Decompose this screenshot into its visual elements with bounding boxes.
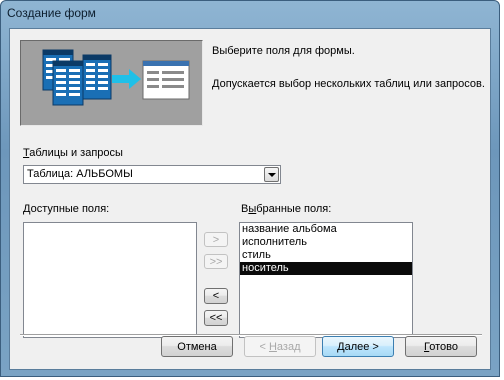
title-bar[interactable]: Создание форм bbox=[1, 1, 499, 27]
remove-all-fields-button[interactable]: << bbox=[204, 310, 228, 326]
dropdown-arrow-icon[interactable] bbox=[264, 167, 279, 182]
window-title: Создание форм bbox=[7, 6, 96, 20]
cancel-button[interactable]: Отмена bbox=[161, 336, 233, 357]
available-fields-list[interactable] bbox=[23, 222, 197, 338]
tables-queries-label: Таблицы и запросы bbox=[23, 147, 123, 159]
wizard-illustration bbox=[20, 40, 203, 126]
available-fields-label: Доступные поля: bbox=[23, 203, 110, 215]
intro-line-2: Допускается выбор нескольких таблиц или … bbox=[212, 78, 485, 90]
list-item[interactable]: исполнитель bbox=[240, 236, 412, 249]
back-button[interactable]: < Назад bbox=[244, 336, 316, 357]
intro-line-1: Выберите поля для формы. bbox=[212, 45, 355, 57]
list-item[interactable]: стиль bbox=[240, 249, 412, 262]
add-field-button[interactable]: > bbox=[204, 232, 228, 247]
finish-button[interactable]: Готово bbox=[405, 336, 477, 357]
tables-to-form-icon bbox=[42, 49, 190, 106]
dialog-client-area: Выберите поля для формы. Допускается выб… bbox=[9, 28, 491, 370]
add-all-fields-button[interactable]: >> bbox=[204, 254, 228, 269]
wizard-window: Создание форм Выберите поля для формы. Д… bbox=[0, 0, 500, 377]
list-item[interactable]: название альбома bbox=[240, 223, 412, 236]
tables-queries-value: Таблица: АЛЬБОМЫ bbox=[27, 168, 133, 180]
next-button[interactable]: Далее > bbox=[322, 336, 394, 357]
selected-fields-list[interactable]: название альбома исполнитель стиль носитель bbox=[239, 222, 413, 338]
selected-fields-label: Выбранные поля: bbox=[241, 203, 332, 215]
remove-field-button[interactable]: < bbox=[204, 288, 228, 304]
list-item[interactable]: носитель bbox=[240, 262, 412, 275]
tables-queries-select[interactable]: Таблица: АЛЬБОМЫ bbox=[23, 165, 281, 184]
